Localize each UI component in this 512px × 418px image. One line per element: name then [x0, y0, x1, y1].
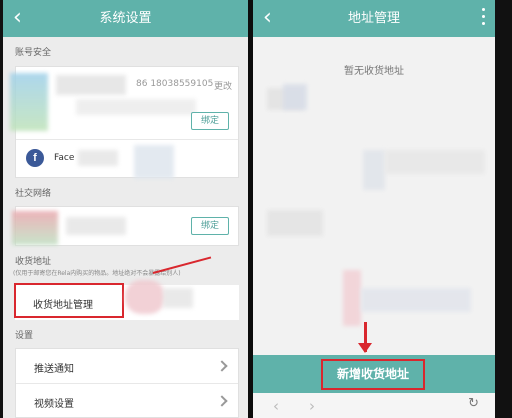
blurred-region	[78, 150, 118, 166]
nav-forward-icon[interactable]: ›	[309, 397, 315, 415]
facebook-icon: f	[26, 149, 44, 167]
nav-back-icon[interactable]: ‹	[273, 397, 279, 415]
more-options-icon[interactable]	[481, 8, 487, 28]
account-security-card: 86 18038559105 更改 绑定 f Face	[10, 66, 239, 179]
annotation-arrow	[152, 256, 212, 274]
settings-item-video[interactable]: 视频设置	[16, 384, 238, 418]
blurred-region	[66, 217, 126, 235]
page-title: 地址管理	[347, 11, 400, 26]
address-manage-screen: ‹ 地址管理 暂无收货地址 新增收货地址 ‹ › ↻	[253, 0, 495, 418]
blurred-region	[12, 211, 58, 245]
chevron-right-icon	[216, 360, 228, 372]
social-bind-button[interactable]: 绑定	[191, 217, 229, 235]
blurred-region	[385, 150, 485, 174]
settings-top-bar: ‹ 系统设置	[3, 0, 248, 37]
blurred-region	[56, 75, 126, 95]
blurred-region	[361, 288, 471, 312]
section-label-account-security: 账号安全	[15, 48, 52, 58]
settings-item-label: 视频设置	[34, 399, 74, 410]
chevron-right-icon	[216, 395, 228, 407]
arrow-head	[358, 343, 372, 353]
browser-nav-bar: ‹ › ↻	[253, 393, 495, 418]
highlight-box	[14, 283, 124, 318]
facebook-label: Face	[54, 153, 75, 163]
add-address-button[interactable]: 新增收货地址	[321, 359, 425, 390]
blurred-region	[283, 84, 307, 110]
row-divider	[16, 139, 238, 140]
settings-screen: ‹ 系统设置 账号安全 86 18038559105 更改 绑定 f Face …	[3, 0, 248, 418]
section-label-social-network: 社交网络	[15, 189, 52, 199]
blurred-region	[363, 150, 385, 190]
page-title: 系统设置	[99, 11, 152, 26]
bind-button[interactable]: 绑定	[191, 112, 229, 130]
social-network-card: 绑定	[12, 206, 239, 246]
blurred-avatar	[10, 73, 48, 131]
refresh-icon[interactable]: ↻	[468, 396, 479, 411]
settings-list: 推送通知 视频设置	[15, 348, 239, 418]
empty-address-text: 暂无收货地址	[344, 66, 404, 77]
blurred-region	[163, 288, 193, 308]
blurred-region	[134, 145, 174, 179]
section-label-settings: 设置	[15, 331, 34, 341]
settings-item-label: 推送通知	[34, 364, 74, 375]
section-label-shipping-address: 收货地址	[15, 257, 52, 267]
phone-number: 86 18038559105	[136, 79, 214, 89]
blurred-region	[125, 280, 165, 314]
address-top-bar: ‹ 地址管理	[253, 0, 495, 37]
blurred-region	[343, 270, 361, 326]
settings-item-push-notifications[interactable]: 推送通知	[16, 349, 238, 383]
blurred-region	[267, 210, 323, 236]
change-phone-link[interactable]: 更改	[214, 79, 232, 92]
blurred-region	[76, 99, 196, 115]
